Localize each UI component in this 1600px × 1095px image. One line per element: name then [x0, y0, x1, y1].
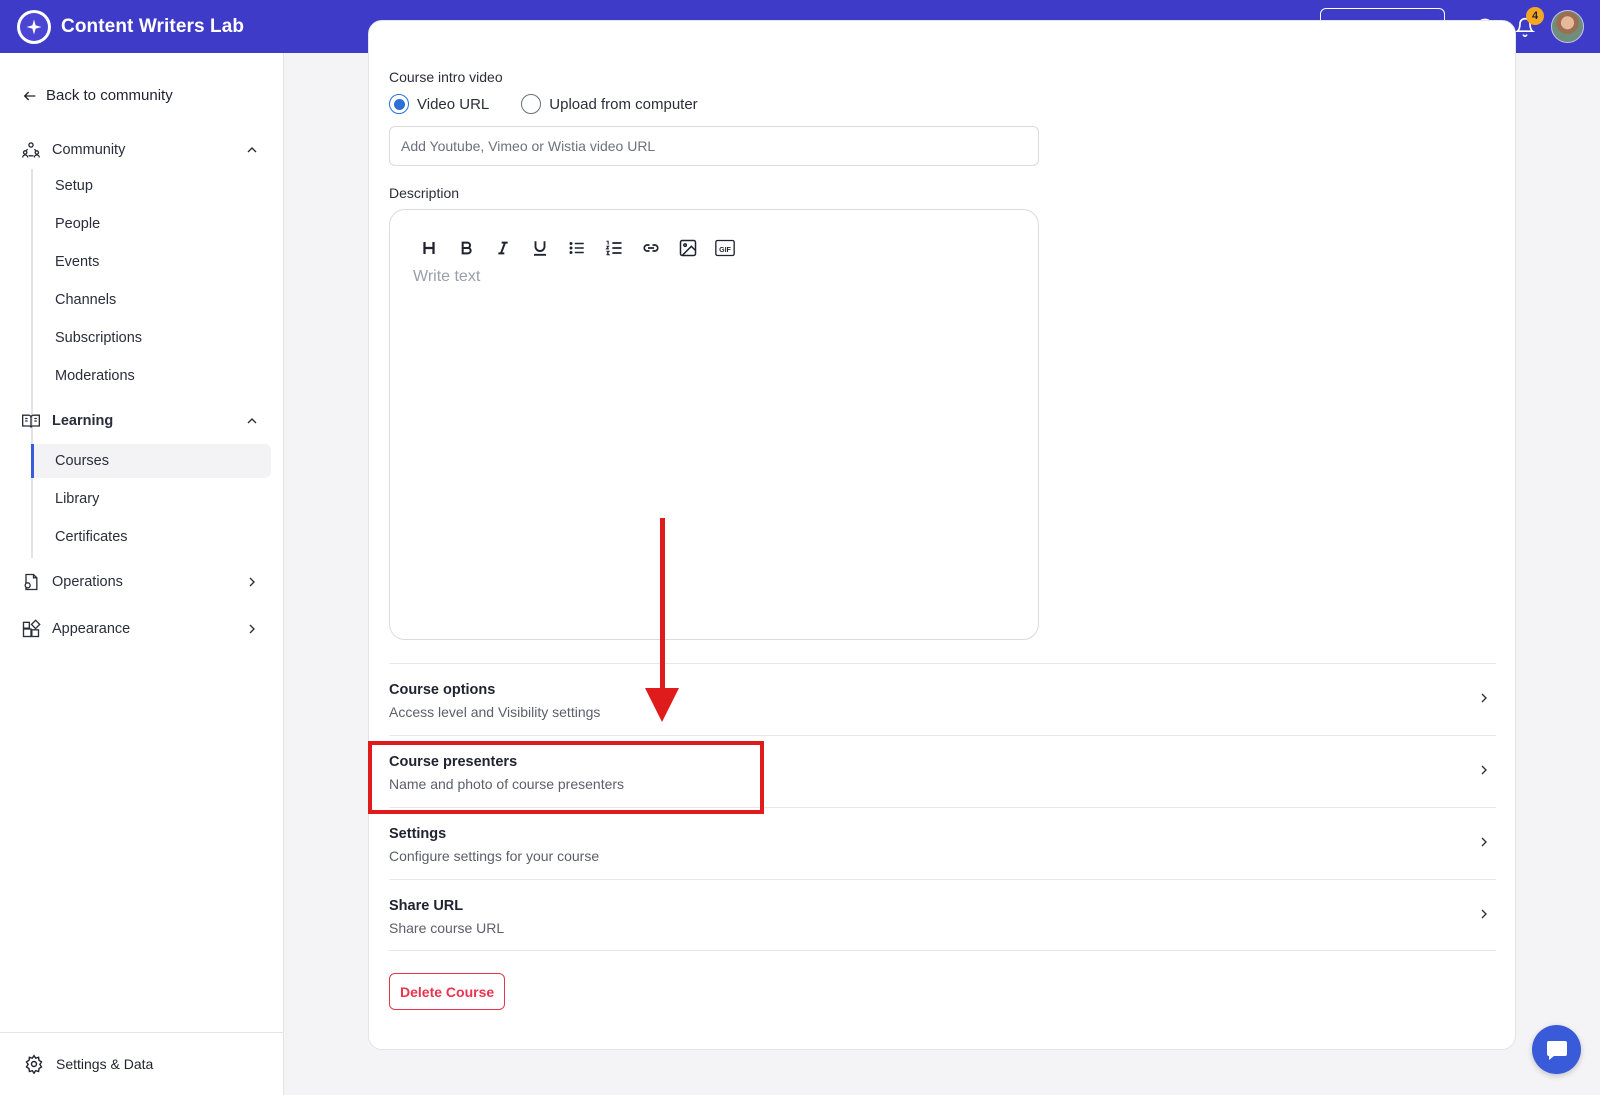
italic-icon[interactable] — [490, 236, 516, 260]
sidebar: Back to community Community Setup People… — [0, 53, 284, 1095]
notification-badge: 4 — [1526, 6, 1544, 25]
appearance-label: Appearance — [52, 621, 131, 637]
underline-icon[interactable] — [527, 236, 553, 260]
description-editor[interactable]: GIF Write text — [389, 209, 1039, 640]
row-subtitle: Access level and Visibility settings — [389, 704, 601, 720]
chevron-right-icon — [1481, 765, 1487, 775]
row-title: Course options — [389, 682, 496, 698]
bulleted-list-icon[interactable] — [564, 236, 590, 260]
sidebar-item-library[interactable]: Library — [31, 482, 271, 516]
chevron-up-icon — [247, 418, 257, 424]
annotation-arrow-icon — [645, 518, 679, 722]
chevron-right-icon — [249, 577, 255, 587]
sidebar-item-people[interactable]: People — [31, 207, 271, 241]
book-icon — [20, 410, 42, 432]
radio-button[interactable] — [521, 94, 542, 114]
image-icon[interactable] — [675, 236, 701, 260]
sidebar-item-setup[interactable]: Setup — [31, 169, 271, 203]
radio-video-url-label: Video URL — [417, 95, 490, 113]
radio-button-checked[interactable] — [389, 94, 409, 114]
sidebar-item-subscriptions[interactable]: Subscriptions — [31, 321, 271, 355]
sidebar-section-learning[interactable]: Learning — [20, 406, 270, 436]
appearance-icon — [20, 618, 42, 640]
svg-text:GIF: GIF — [719, 246, 731, 254]
editor-placeholder: Write text — [413, 268, 481, 285]
learning-label: Learning — [52, 413, 114, 429]
avatar[interactable] — [1551, 10, 1584, 43]
bold-icon[interactable] — [453, 236, 479, 260]
back-link-label: Back to community — [46, 87, 173, 104]
sidebar-item-events[interactable]: Events — [31, 245, 271, 279]
row-title: Settings — [389, 826, 447, 842]
chevron-right-icon — [1481, 909, 1487, 919]
annotation-highlight-box — [368, 741, 764, 814]
sidebar-section-appearance[interactable]: Appearance — [20, 614, 270, 644]
support-chat-button[interactable] — [1532, 1025, 1581, 1074]
sidebar-item-channels[interactable]: Channels — [31, 283, 271, 317]
sidebar-section-community[interactable]: Community — [20, 135, 270, 165]
radio-upload-label: Upload from computer — [549, 95, 698, 113]
gear-icon — [25, 1054, 43, 1074]
brand[interactable]: Content Writers Lab — [17, 9, 245, 44]
radio-upload-from-computer[interactable]: Upload from computer — [521, 94, 698, 114]
chevron-right-icon — [1481, 837, 1487, 847]
video-source-radio-group: Video URL Upload from computer — [389, 94, 730, 114]
chevron-right-icon — [1481, 693, 1487, 703]
settings-row[interactable]: Settings Configure settings for your cou… — [389, 807, 1496, 879]
settings-data-label: Settings & Data — [56, 1056, 154, 1072]
row-subtitle: Share course URL — [389, 920, 505, 936]
numbered-list-icon[interactable] — [601, 236, 627, 260]
gif-icon[interactable]: GIF — [712, 236, 738, 260]
settings-data-link[interactable]: Settings & Data — [0, 1032, 284, 1095]
chevron-up-icon — [247, 147, 257, 153]
chat-bubble-icon — [1546, 1040, 1567, 1060]
row-subtitle: Configure settings for your course — [389, 848, 600, 864]
course-options-row[interactable]: Course options Access level and Visibili… — [389, 663, 1496, 735]
back-to-community-link[interactable]: Back to community — [22, 87, 173, 104]
sidebar-item-moderations[interactable]: Moderations — [31, 359, 271, 393]
brand-logo-icon — [17, 9, 51, 44]
radio-video-url[interactable]: Video URL — [389, 94, 489, 114]
share-url-row[interactable]: Share URL Share course URL — [389, 879, 1496, 951]
link-icon[interactable] — [638, 236, 664, 260]
chevron-right-icon — [249, 624, 255, 634]
video-url-input[interactable] — [389, 126, 1039, 166]
editor-toolbar: GIF — [416, 236, 749, 260]
row-title: Share URL — [389, 898, 464, 914]
community-label: Community — [52, 142, 126, 158]
sidebar-item-certificates[interactable]: Certificates — [31, 520, 271, 554]
operations-label: Operations — [52, 574, 123, 590]
description-label: Description — [389, 185, 460, 201]
sidebar-section-operations[interactable]: Operations — [20, 567, 270, 597]
heading-icon[interactable] — [416, 236, 442, 260]
intro-video-label: Course intro video — [389, 69, 503, 85]
community-icon — [20, 139, 42, 161]
arrow-left-icon — [23, 91, 36, 100]
operations-icon — [20, 571, 42, 593]
app-name: Content Writers Lab — [61, 15, 245, 37]
sidebar-item-courses[interactable]: Courses — [31, 444, 271, 478]
delete-course-button[interactable]: Delete Course — [389, 973, 506, 1010]
